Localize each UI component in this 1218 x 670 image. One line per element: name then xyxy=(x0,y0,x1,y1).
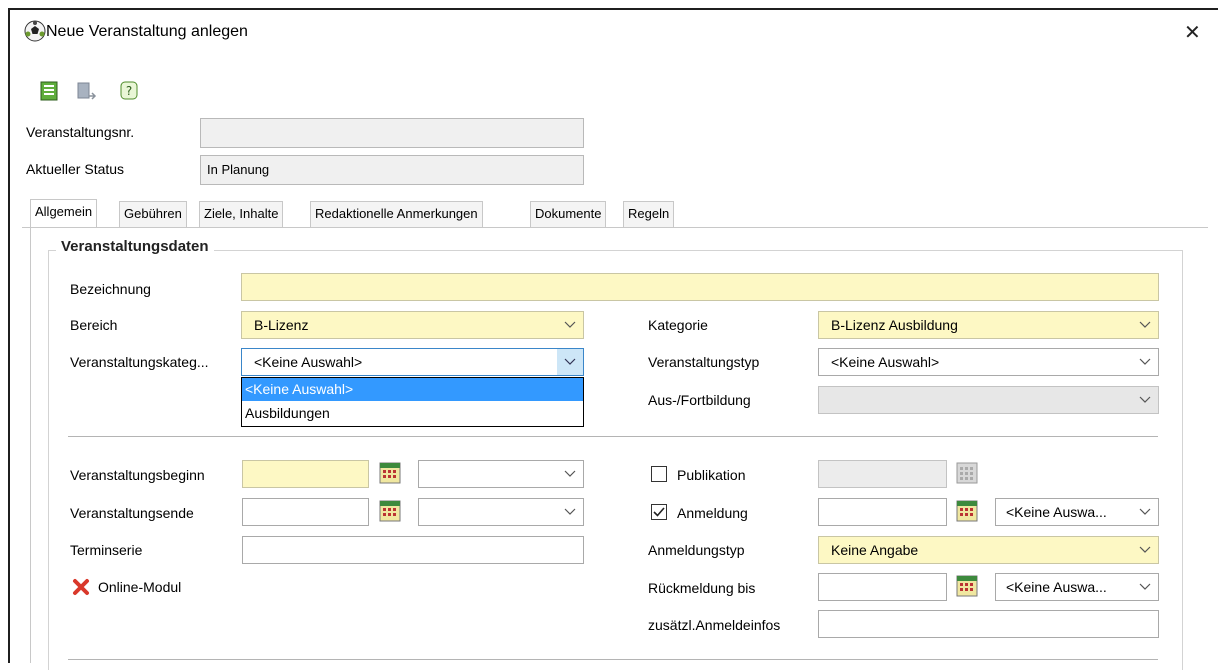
zusatz-label: zusätzl.Anmeldeinfos xyxy=(648,617,781,633)
ausfort-label: Aus-/Fortbildung xyxy=(648,392,751,408)
dropdown-option[interactable]: Ausbildungen xyxy=(242,402,583,425)
status-label: Aktueller Status xyxy=(26,161,125,177)
rueckmeldung-date-input[interactable] xyxy=(818,573,947,601)
beginn-date-input[interactable] xyxy=(242,460,369,488)
nr-label: Veranstaltungsnr. xyxy=(26,124,135,140)
calendar-icon[interactable] xyxy=(956,575,978,597)
chevron-down-icon[interactable] xyxy=(1132,574,1158,600)
svg-text:?: ? xyxy=(126,84,132,98)
book-arrow-icon[interactable] xyxy=(76,80,98,102)
tab-allgemein[interactable]: Allgemein xyxy=(30,199,98,227)
chevron-down-icon[interactable] xyxy=(557,499,583,525)
group-title: Veranstaltungsdaten xyxy=(56,238,214,255)
chevron-down-icon[interactable] xyxy=(557,349,583,375)
chevron-down-icon[interactable] xyxy=(1132,499,1158,525)
anmeldungstyp-label: Anmeldungstyp xyxy=(648,542,745,558)
rueckmeldung-label: Rückmeldung bis xyxy=(648,580,756,596)
vtyp-label: Veranstaltungstyp xyxy=(648,354,760,370)
tab-ziele-inhalte[interactable]: Ziele, Inhalte xyxy=(199,201,284,227)
anmeldung-label: Anmeldung xyxy=(677,505,748,521)
calendar-icon[interactable] xyxy=(379,462,401,484)
publikation-label: Publikation xyxy=(677,467,746,483)
beginn-time-select[interactable] xyxy=(418,460,584,488)
terminserie-input[interactable] xyxy=(242,536,584,564)
close-icon[interactable]: ✕ xyxy=(1184,22,1201,44)
bereich-value: B-Lizenz xyxy=(254,317,309,333)
anmeldungstyp-value: Keine Angabe xyxy=(831,542,919,558)
zusatz-input[interactable] xyxy=(818,610,1159,638)
chevron-down-icon[interactable] xyxy=(1132,387,1158,413)
rueckmeldung-select-value: <Keine Auswa... xyxy=(1006,579,1107,595)
soccer-ball-icon xyxy=(24,20,46,42)
bereich-select[interactable]: B-Lizenz xyxy=(241,311,584,339)
checkmark-icon xyxy=(653,507,665,517)
window-title: Neue Veranstaltung anlegen xyxy=(46,23,248,40)
anmeldung-checkbox[interactable] xyxy=(651,504,667,520)
dropdown-option[interactable]: <Keine Auswahl> xyxy=(242,378,583,401)
bezeichnung-input[interactable] xyxy=(241,273,1159,301)
nr-field xyxy=(200,118,584,148)
divider xyxy=(68,659,1158,660)
calendar-icon[interactable] xyxy=(956,462,978,484)
ende-label: Veranstaltungsende xyxy=(70,505,194,521)
kategorie-select[interactable]: B-Lizenz Ausbildung xyxy=(818,311,1159,339)
vkat-dropdown-list: <Keine Auswahl> Ausbildungen xyxy=(241,377,584,427)
rueckmeldung-select[interactable]: <Keine Auswa... xyxy=(995,573,1159,601)
ausfort-select[interactable] xyxy=(818,386,1159,414)
publikation-date-input[interactable] xyxy=(818,460,947,488)
chevron-down-icon[interactable] xyxy=(1132,349,1158,375)
anmeldung-date-input[interactable] xyxy=(818,498,947,526)
chevron-down-icon[interactable] xyxy=(557,461,583,487)
divider xyxy=(68,436,1158,437)
tab-regeln[interactable]: Regeln xyxy=(623,201,675,227)
publikation-checkbox[interactable] xyxy=(651,466,667,482)
tab-gebuehren[interactable]: Gebühren xyxy=(119,201,187,227)
help-question-icon[interactable]: ? xyxy=(118,80,140,102)
kategorie-label: Kategorie xyxy=(648,317,708,333)
bereich-label: Bereich xyxy=(70,317,118,333)
terminserie-label: Terminserie xyxy=(70,542,143,558)
save-form-icon[interactable] xyxy=(38,80,60,102)
ende-date-input[interactable] xyxy=(242,498,369,526)
tab-dokumente[interactable]: Dokumente xyxy=(530,201,607,227)
vkat-value: <Keine Auswahl> xyxy=(254,354,363,370)
anmeldung-select-value: <Keine Auswa... xyxy=(1006,504,1107,520)
calendar-icon[interactable] xyxy=(379,500,401,522)
red-x-icon xyxy=(73,579,89,595)
vkat-select[interactable]: <Keine Auswahl> xyxy=(241,348,584,376)
vkat-label: Veranstaltungskateg... xyxy=(70,354,209,370)
vtyp-select[interactable]: <Keine Auswahl> xyxy=(818,348,1159,376)
chevron-down-icon[interactable] xyxy=(1132,537,1158,563)
beginn-label: Veranstaltungsbeginn xyxy=(70,467,205,483)
kategorie-value: B-Lizenz Ausbildung xyxy=(831,317,958,333)
bezeichnung-label: Bezeichnung xyxy=(70,281,151,297)
status-field: In Planung xyxy=(200,155,584,185)
tab-redaktionelle-anmerkungen[interactable]: Redaktionelle Anmerkungen xyxy=(310,201,483,227)
anmeldung-select[interactable]: <Keine Auswa... xyxy=(995,498,1159,526)
calendar-icon[interactable] xyxy=(956,500,978,522)
online-modul-label: Online-Modul xyxy=(98,579,182,595)
anmeldungstyp-select[interactable]: Keine Angabe xyxy=(818,536,1159,564)
chevron-down-icon[interactable] xyxy=(557,312,583,338)
ende-time-select[interactable] xyxy=(418,498,584,526)
chevron-down-icon[interactable] xyxy=(1132,312,1158,338)
vtyp-value: <Keine Auswahl> xyxy=(831,354,940,370)
